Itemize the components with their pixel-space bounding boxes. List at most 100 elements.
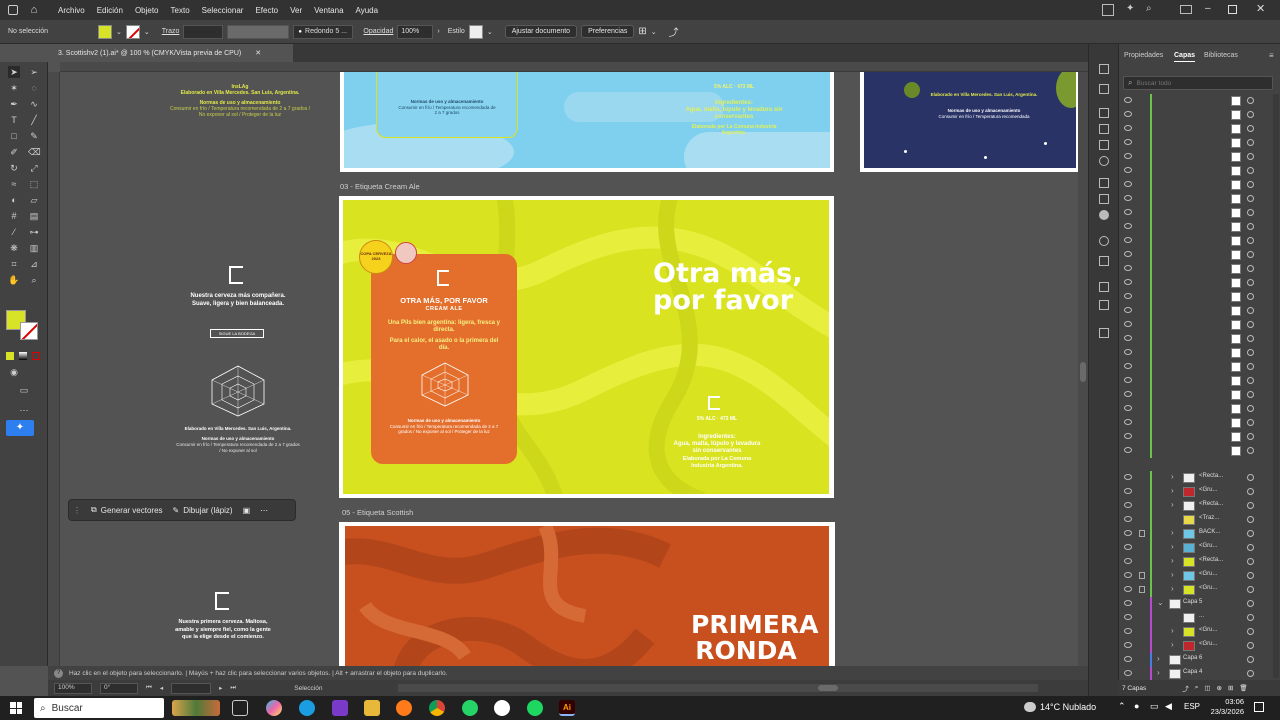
visibility-eye-icon[interactable] <box>1124 447 1132 453</box>
layer-row[interactable] <box>1119 304 1280 318</box>
first-artboard-icon[interactable]: ⏮ <box>146 684 152 692</box>
visibility-eye-icon[interactable] <box>1124 195 1132 201</box>
visibility-eye-icon[interactable] <box>1124 349 1132 355</box>
artboards-panel-icon[interactable] <box>1099 300 1109 310</box>
visibility-eye-icon[interactable] <box>1124 363 1132 369</box>
stroke-color-swatch[interactable] <box>20 322 38 340</box>
layers-search-input[interactable] <box>1136 79 1257 87</box>
last-artboard-icon[interactable]: ⏭ <box>230 684 236 692</box>
warp-icon[interactable]: ≈ <box>8 178 20 190</box>
expand-chevron-icon[interactable]: › <box>1171 486 1174 495</box>
visibility-eye-icon[interactable] <box>1124 167 1132 173</box>
app-logo[interactable] <box>4 0 22 20</box>
expand-chevron-icon[interactable]: › <box>1171 570 1174 579</box>
layer-row[interactable] <box>1119 94 1280 108</box>
edge-icon[interactable] <box>299 700 315 716</box>
visibility-eye-icon[interactable] <box>1124 237 1132 243</box>
stroke-weight-input[interactable] <box>183 24 224 39</box>
target-icon[interactable] <box>1247 223 1254 230</box>
target-icon[interactable] <box>1247 153 1254 160</box>
firefox-icon[interactable] <box>396 700 412 716</box>
slice-icon[interactable]: ⊿ <box>28 258 40 270</box>
layer-name[interactable]: <Gru... <box>1199 487 1218 493</box>
artboard-cream-ale[interactable]: COPA CERVEZA 2023 OTRA MÁS, POR FAVOR CR… <box>339 196 834 498</box>
shape-builder-icon[interactable]: ◐ <box>8 194 20 206</box>
visibility-eye-icon[interactable] <box>1124 97 1132 103</box>
layer-row[interactable]: › Capa 4 <box>1119 667 1280 681</box>
target-icon[interactable] <box>1247 447 1254 454</box>
menu-item-seleccionar[interactable]: Seleccionar <box>196 6 250 15</box>
artboard-number-select[interactable] <box>171 682 212 694</box>
magic-wand-icon[interactable]: ✶ <box>8 82 20 94</box>
target-icon[interactable] <box>1247 265 1254 272</box>
sparkle-icon[interactable]: ✦ <box>1126 3 1134 14</box>
artboard-label-scottish[interactable]: 05 - Etiqueta Scottish <box>342 508 413 517</box>
tab-libraries[interactable]: Bibliotecas <box>1204 52 1238 59</box>
layer-row[interactable]: › BACK... <box>1119 527 1280 541</box>
zoom-select[interactable]: 100% <box>54 682 92 694</box>
layer-row[interactable]: › <Recta... <box>1119 499 1280 513</box>
preferences-button[interactable]: Preferencias <box>581 25 635 38</box>
visual-studio-icon[interactable] <box>332 700 348 716</box>
notifications-icon[interactable] <box>1254 702 1264 712</box>
artboard-sky-label[interactable]: Normas de uso y almacenamiento Consumir … <box>340 72 834 172</box>
color-mode-icon[interactable] <box>6 352 14 360</box>
layer-row[interactable] <box>1119 234 1280 248</box>
target-icon[interactable] <box>1247 195 1254 202</box>
rotation-select[interactable]: 0° <box>100 682 138 694</box>
chevron-down-icon[interactable]: ⌄ <box>116 28 122 36</box>
weather-text[interactable]: 14°C Nublado <box>1040 702 1096 712</box>
image-icon[interactable]: ▣ <box>243 506 251 515</box>
paintbrush-icon[interactable]: ✎ <box>28 130 40 142</box>
type-tool-icon[interactable]: T <box>8 114 20 126</box>
target-icon[interactable] <box>1247 293 1254 300</box>
visibility-eye-icon[interactable] <box>1124 139 1132 145</box>
target-icon[interactable] <box>1247 488 1254 495</box>
scale-icon[interactable]: ⤢ <box>28 162 40 174</box>
layer-name[interactable]: <Gru... <box>1199 585 1218 591</box>
tab-properties[interactable]: Propiedades <box>1124 52 1163 59</box>
target-icon[interactable] <box>1247 125 1254 132</box>
task-view-icon[interactable] <box>232 700 248 716</box>
layer-name[interactable]: <Gru... <box>1199 543 1218 549</box>
opacity-input[interactable]: 100% <box>397 24 434 39</box>
layer-row[interactable]: ... <box>1119 611 1280 625</box>
export-layer-icon[interactable]: ⤴ <box>1182 683 1189 693</box>
expand-chevron-icon[interactable]: › <box>1157 654 1160 663</box>
layer-row[interactable] <box>1119 346 1280 360</box>
layer-row[interactable] <box>1119 248 1280 262</box>
visibility-eye-icon[interactable] <box>1124 111 1132 117</box>
layer-row[interactable] <box>1119 402 1280 416</box>
artboard-scottish[interactable]: PRIMERA RONDA <box>339 522 835 666</box>
align-icon[interactable] <box>1099 178 1109 188</box>
minimize-button[interactable]: – <box>1205 3 1211 14</box>
draw-pencil-button[interactable]: ✎ Dibujar (lápiz) <box>173 506 233 515</box>
lock-icon[interactable] <box>1139 530 1145 537</box>
layer-row[interactable] <box>1119 220 1280 234</box>
visibility-eye-icon[interactable] <box>1124 293 1132 299</box>
target-icon[interactable] <box>1247 237 1254 244</box>
target-icon[interactable] <box>1247 97 1254 104</box>
visibility-eye-icon[interactable] <box>1124 572 1132 578</box>
whatsapp-icon[interactable] <box>462 700 478 716</box>
tray-chevron-icon[interactable]: ⌃ <box>1118 701 1126 712</box>
stroke-swatch[interactable] <box>125 24 140 39</box>
menu-item-efecto[interactable]: Efecto <box>249 6 284 15</box>
visibility-eye-icon[interactable] <box>1124 502 1132 508</box>
color-guide-icon[interactable] <box>1099 108 1109 118</box>
layer-name[interactable]: Capa 5 <box>1183 599 1202 605</box>
layer-name[interactable]: Capa 6 <box>1183 655 1202 661</box>
screen-mode-icon[interactable]: ▭ <box>18 384 30 396</box>
target-icon[interactable] <box>1247 321 1254 328</box>
eraser-icon[interactable]: ⌫ <box>28 146 41 158</box>
shaper-icon[interactable]: ✐ <box>8 146 20 158</box>
lasso-icon[interactable]: ◌ <box>28 82 40 94</box>
target-icon[interactable] <box>1247 111 1254 118</box>
chrome-icon[interactable] <box>429 700 445 716</box>
artboard-icon[interactable]: ⌗ <box>8 258 20 270</box>
artboard-label-cream-ale[interactable]: 03 - Etiqueta Cream Ale <box>340 182 420 191</box>
layer-name[interactable]: BACK... <box>1199 529 1220 535</box>
github-icon[interactable] <box>494 700 510 716</box>
draw-mode-icon[interactable]: ◉ <box>8 366 20 378</box>
target-icon[interactable] <box>1247 516 1254 523</box>
